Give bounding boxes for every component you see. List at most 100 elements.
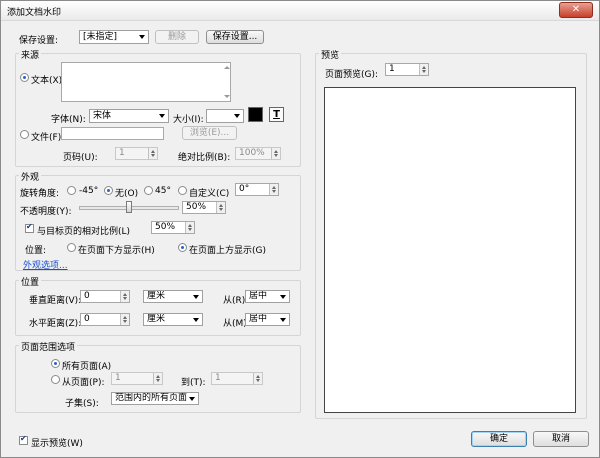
page-number-input[interactable]: 1: [115, 147, 158, 160]
save-settings-button[interactable]: 保存设置...: [206, 30, 264, 44]
size-select[interactable]: [206, 109, 244, 123]
spin-up-icon: [272, 186, 276, 189]
ok-button[interactable]: 确定: [471, 431, 527, 447]
chevron-down-icon: [189, 396, 195, 401]
spin-up-icon: [151, 150, 155, 153]
absolute-scale-label: 绝对比例(B):: [178, 153, 231, 163]
text-input[interactable]: [61, 62, 231, 102]
to-page-spinner[interactable]: [253, 373, 262, 384]
chevron-down-icon: [139, 35, 145, 39]
rotation-custom-radio[interactable]: [178, 186, 187, 195]
spin-down-icon: [123, 297, 127, 300]
rotation-45-label: 45°: [155, 186, 171, 196]
from-r-label: 从(R): [223, 296, 246, 306]
window-title: 添加文档水印: [7, 8, 62, 18]
from-page-label: 从页面(P):: [62, 378, 105, 388]
save-settings-label: 保存设置:: [19, 36, 59, 46]
spin-up-icon: [123, 293, 127, 296]
close-button[interactable]: ✕: [559, 2, 593, 18]
relative-scale-value: 50%: [155, 222, 176, 232]
title-bar: 添加文档水印 ✕: [1, 1, 599, 21]
from-r-value: 居中: [249, 291, 268, 301]
vertical-unit-select[interactable]: 厘米: [143, 290, 203, 303]
spin-down-icon: [188, 228, 192, 231]
relative-scale-input[interactable]: 50%: [151, 221, 195, 234]
text-scrollbar[interactable]: [222, 63, 230, 101]
horizontal-distance-value: 0: [84, 314, 90, 324]
absolute-scale-spinner[interactable]: [271, 148, 280, 159]
preview-page-label: 页面预览(G):: [325, 70, 379, 80]
preview-page-input[interactable]: 1: [385, 63, 429, 76]
from-r-select[interactable]: 居中: [245, 290, 290, 303]
to-page-label: 到(T):: [181, 378, 206, 388]
rotation-45-radio[interactable]: [144, 186, 153, 195]
from-m-select[interactable]: 居中: [245, 313, 290, 326]
spin-up-icon: [156, 375, 160, 378]
cancel-button[interactable]: 取消: [533, 431, 589, 447]
preview-page-spinner[interactable]: [419, 64, 428, 75]
show-preview-checkbox[interactable]: [19, 434, 28, 445]
opacity-input[interactable]: 50%: [182, 201, 226, 214]
chevron-down-icon: [280, 294, 286, 299]
from-m-value: 居中: [249, 314, 268, 324]
dialog-window: 添加文档水印 ✕ 保存设置: [未指定] 删除 保存设置... 来源 文本(X)…: [0, 0, 600, 458]
horizontal-unit-value: 厘米: [147, 314, 166, 324]
source-legend: 来源: [19, 48, 42, 61]
above-page-label: 在页面上方显示(G): [189, 246, 266, 256]
from-page-spinner[interactable]: [153, 373, 162, 384]
from-page-value: 1: [115, 373, 121, 383]
spin-down-icon: [422, 70, 426, 73]
spin-down-icon: [256, 379, 260, 382]
opacity-spinner[interactable]: [216, 202, 225, 213]
rotation-none-radio[interactable]: [104, 186, 113, 195]
rotation-custom-input[interactable]: 0°: [235, 183, 279, 196]
relative-scale-spinner[interactable]: [185, 222, 194, 233]
horizontal-distance-input[interactable]: 0: [80, 313, 130, 326]
appearance-options-link[interactable]: 外观选项...: [23, 258, 68, 271]
opacity-value: 50%: [186, 202, 207, 212]
spin-down-icon: [272, 190, 276, 193]
horizontal-distance-spinner[interactable]: [120, 314, 129, 325]
text-format-icon[interactable]: T: [269, 107, 284, 122]
preset-select-value: [未指定]: [83, 32, 118, 42]
subset-select[interactable]: 范围内的所有页面: [111, 392, 199, 405]
spin-down-icon: [151, 154, 155, 157]
rotation-label: 旋转角度:: [20, 189, 60, 199]
font-select[interactable]: 宋体: [89, 109, 169, 123]
browse-button[interactable]: 浏览(E)...: [182, 126, 237, 140]
from-page-input[interactable]: 1: [111, 372, 163, 385]
rotation-neg45-radio[interactable]: [67, 186, 76, 195]
vertical-distance-input[interactable]: 0: [80, 290, 130, 303]
scroll-up-icon: [224, 66, 230, 69]
horizontal-distance-label: 水平距离(Z):: [29, 319, 82, 329]
layer-position-label: 位置:: [25, 246, 47, 256]
preset-select[interactable]: [未指定]: [79, 30, 149, 44]
to-page-input[interactable]: 1: [211, 372, 263, 385]
all-pages-radio[interactable]: [51, 359, 60, 368]
vertical-distance-spinner[interactable]: [120, 291, 129, 302]
text-radio[interactable]: [20, 73, 29, 82]
opacity-slider-thumb[interactable]: [126, 201, 132, 213]
spin-up-icon: [422, 66, 426, 69]
rotation-spinner[interactable]: [269, 184, 278, 195]
above-page-radio[interactable]: [178, 243, 187, 252]
spin-up-icon: [123, 316, 127, 319]
file-path-input[interactable]: [61, 127, 164, 140]
delete-button[interactable]: 删除: [155, 30, 199, 44]
position-legend: 位置: [19, 275, 42, 288]
from-page-radio[interactable]: [51, 375, 60, 384]
absolute-scale-input[interactable]: 100%: [235, 147, 281, 160]
file-radio[interactable]: [20, 130, 29, 139]
rotation-neg45-label: -45°: [79, 186, 99, 196]
chevron-down-icon: [193, 294, 199, 299]
scroll-down-icon: [224, 95, 230, 98]
relative-scale-checkbox[interactable]: [25, 222, 34, 233]
size-label: 大小(I):: [173, 115, 204, 125]
page-number-value: 1: [119, 148, 125, 158]
rotation-custom-label: 自定义(C): [189, 189, 230, 199]
horizontal-unit-select[interactable]: 厘米: [143, 313, 203, 326]
page-number-spinner[interactable]: [148, 148, 157, 159]
below-page-radio[interactable]: [67, 243, 76, 252]
color-swatch[interactable]: [248, 107, 263, 122]
spin-up-icon: [188, 224, 192, 227]
